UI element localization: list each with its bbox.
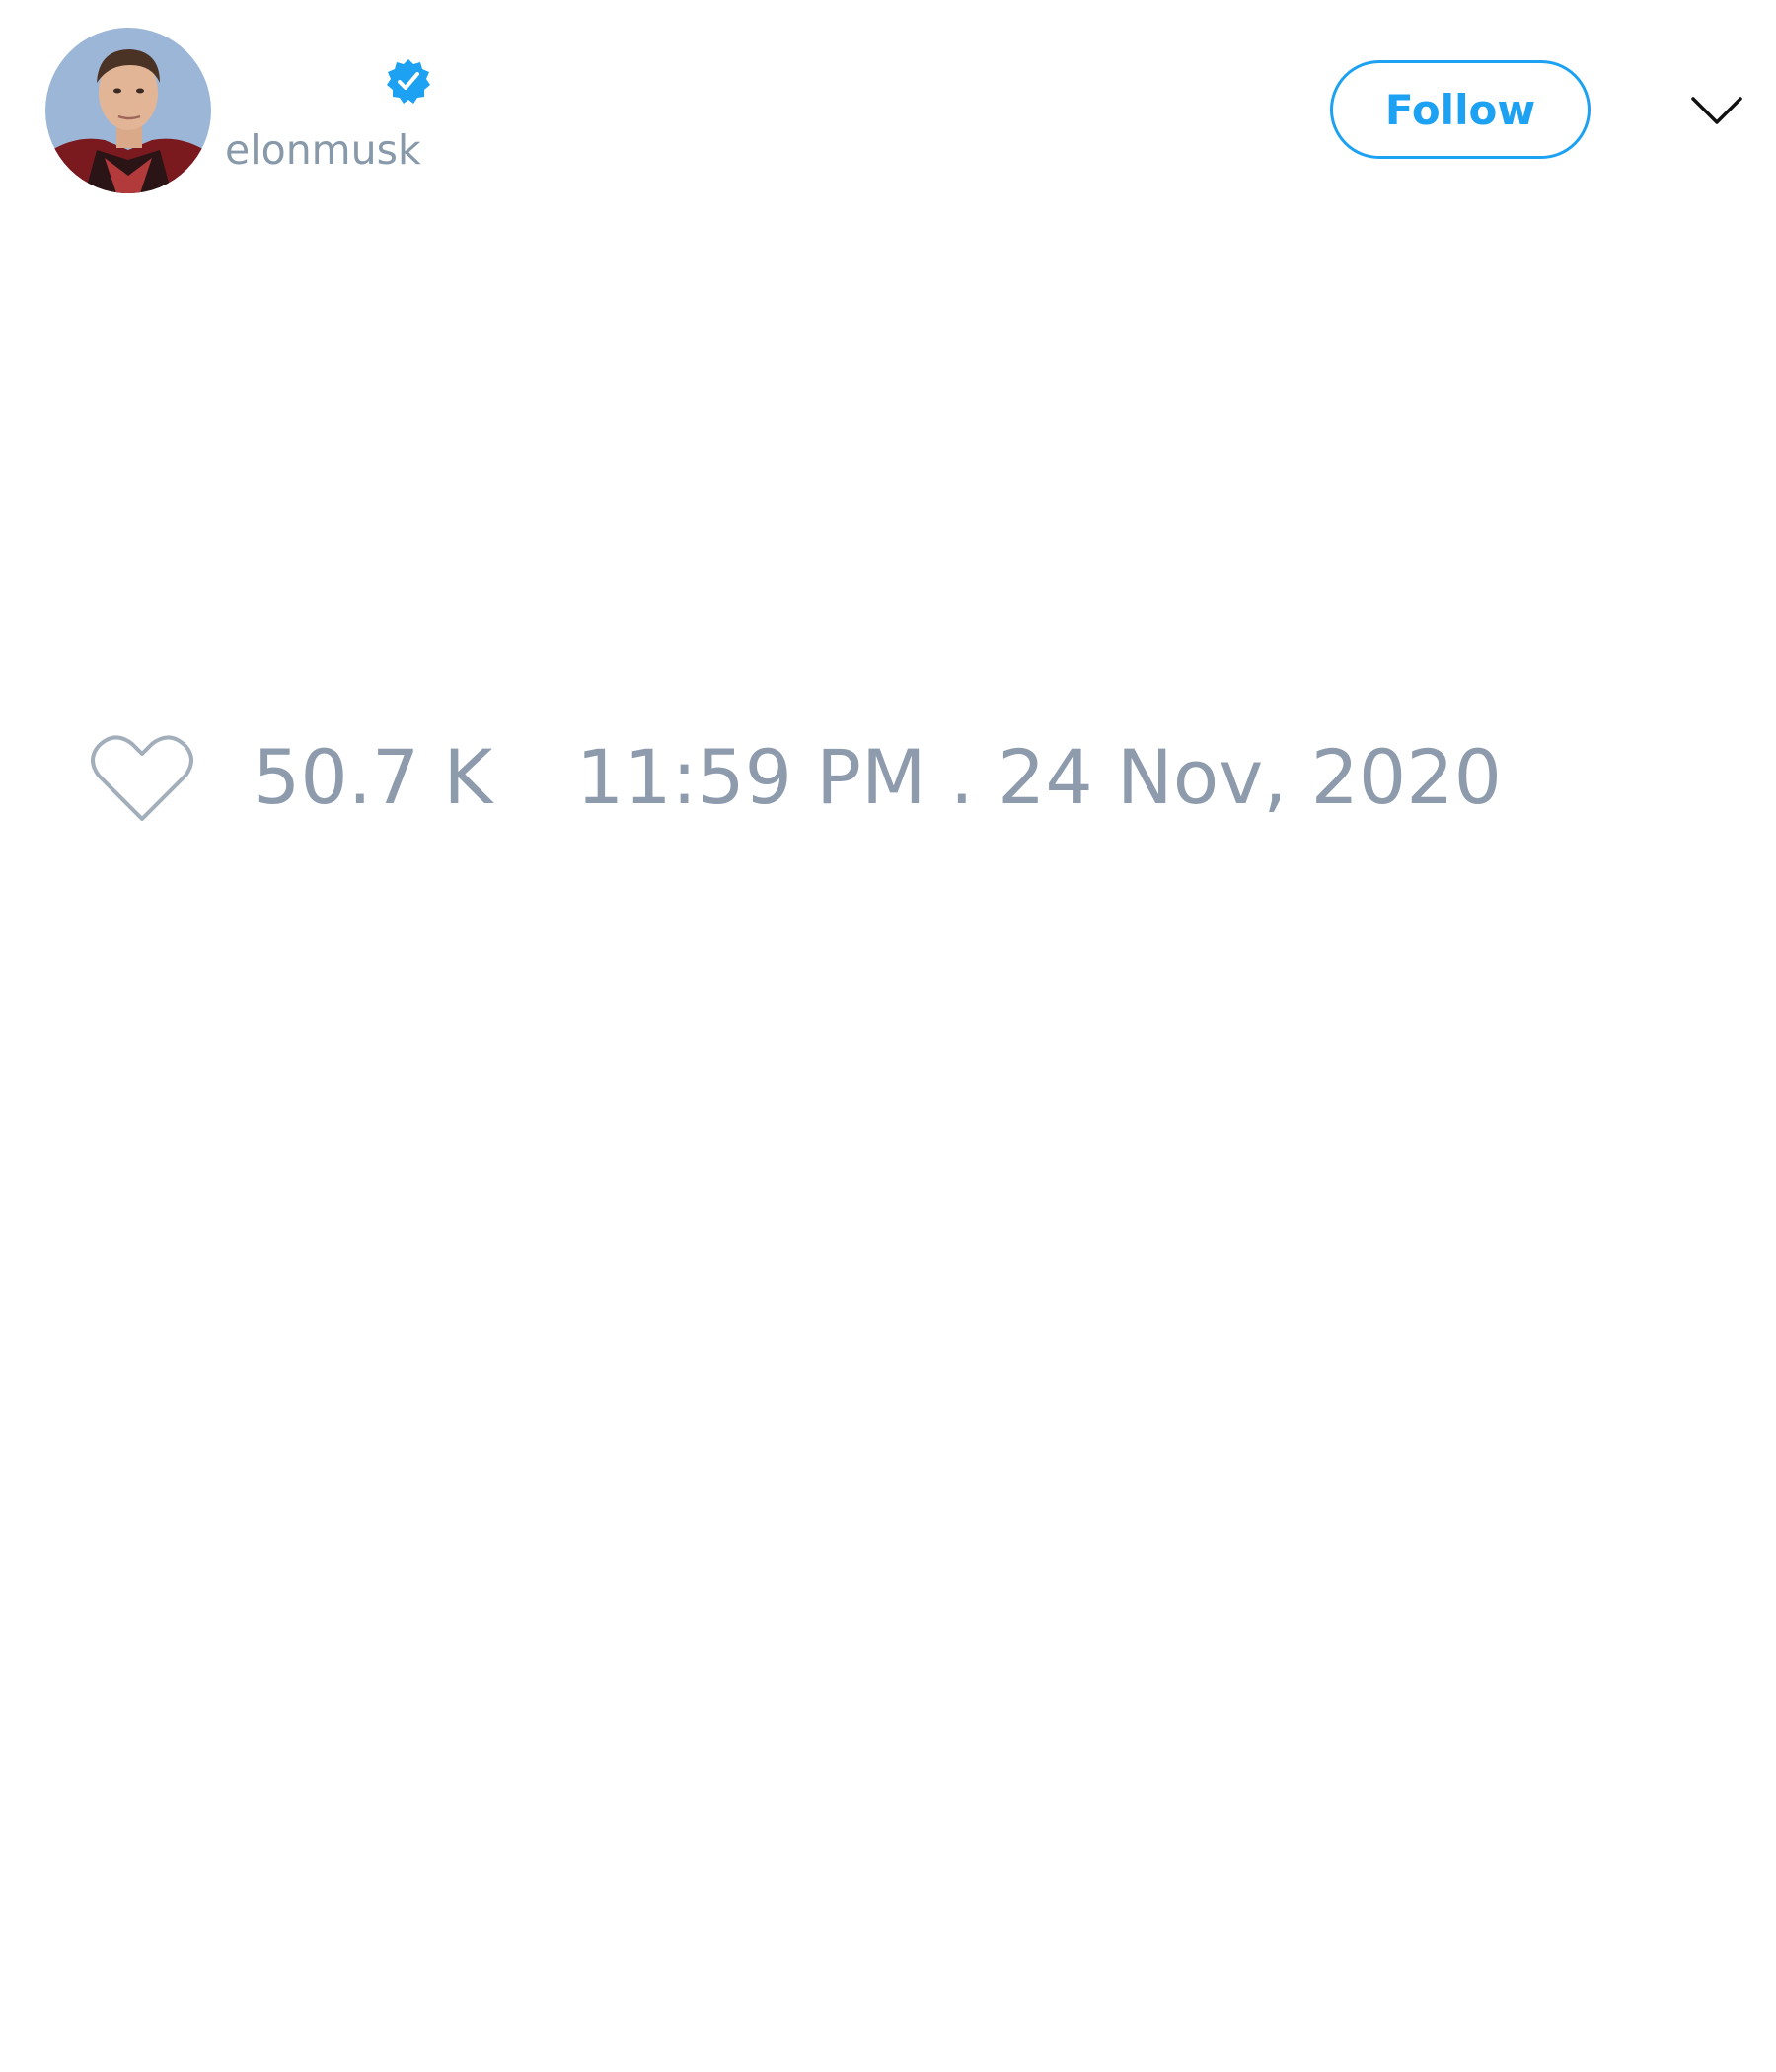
avatar[interactable] — [45, 28, 211, 193]
profile-photo — [45, 28, 211, 193]
like-count: 50.7 K — [253, 733, 493, 821]
tweet-timestamp[interactable]: 11:59 PM . 24 Nov, 2020 — [576, 732, 1502, 823]
heart-outline-icon[interactable] — [89, 730, 195, 825]
author-handle[interactable]: elonmusk — [225, 122, 421, 178]
follow-button[interactable]: Follow — [1330, 60, 1591, 159]
chevron-down-icon[interactable] — [1689, 89, 1744, 132]
verified-badge-icon — [385, 57, 432, 105]
tweet-card: elonmusk Follow 50.7 K 11:59 PM . 24 Nov… — [0, 0, 1776, 2072]
